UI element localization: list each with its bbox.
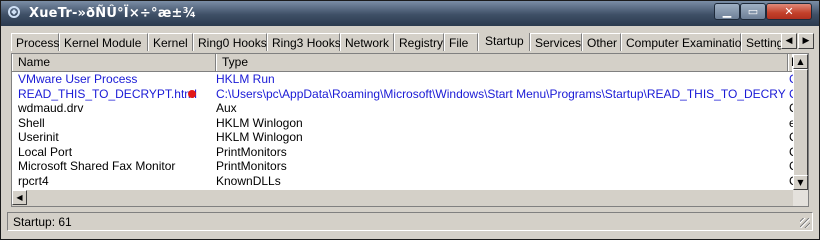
table-row[interactable]: Shell HKLM Winlogon e	[12, 115, 795, 131]
table-row[interactable]: wdmaud.drv Aux C	[12, 101, 795, 116]
minimize-icon: ▁	[722, 5, 732, 18]
table-row[interactable]: Microsoft Shared Fax Monitor PrintMonito…	[12, 159, 795, 174]
cell-type: HKLM Winlogon	[216, 115, 303, 130]
list-rows: VMware User Process HKLM Run C READ_THIS…	[12, 72, 795, 203]
cell-type: Aux	[216, 101, 237, 115]
cell-name: wdmaud.drv	[18, 101, 84, 115]
horizontal-scrollbar[interactable]: ◀	[12, 190, 793, 206]
tab-kernel[interactable]: Kernel	[148, 33, 193, 51]
cell-type: PrintMonitors	[216, 159, 287, 173]
tab-file[interactable]: File	[444, 33, 478, 51]
close-button[interactable]: ✕	[766, 3, 812, 20]
status-bar: Startup: 61	[7, 212, 813, 231]
scroll-down-button[interactable]: ▼	[793, 175, 808, 190]
scroll-up-button[interactable]: ▲	[793, 54, 808, 69]
tab-startup[interactable]: Startup	[478, 33, 530, 51]
cell-type: PrintMonitors	[216, 144, 287, 159]
main-window: XueTr-»ðÑÛ°Ï×÷°æ±¾ ▁ ▭ ✕ Process Kernel …	[0, 0, 820, 240]
cell-name: VMware User Process	[18, 72, 138, 86]
arrow-up-icon: ▲	[797, 57, 804, 66]
arrow-left-icon: ◀	[785, 36, 793, 46]
maximize-button[interactable]: ▭	[740, 3, 766, 20]
status-text: Startup: 61	[13, 215, 72, 229]
tab-ring0-hooks[interactable]: Ring0 Hooks	[193, 33, 267, 51]
title-bar[interactable]: XueTr-»ðÑÛ°Ï×÷°æ±¾ ▁ ▭ ✕	[1, 1, 819, 26]
startup-list: Name Type F VMware User Process HKLM Run…	[11, 53, 809, 207]
list-header: Name Type F	[12, 54, 798, 72]
tab-other[interactable]: Other	[582, 33, 621, 51]
table-row[interactable]: VMware User Process HKLM Run C	[12, 72, 795, 87]
cell-name: Local Port	[18, 144, 73, 159]
cell-name: Microsoft Shared Fax Monitor	[18, 159, 176, 173]
tab-network[interactable]: Network	[340, 33, 394, 51]
tab-strip: Process Kernel Module Kernel Ring0 Hooks…	[11, 33, 781, 51]
window-title: XueTr-»ðÑÛ°Ï×÷°æ±¾	[29, 6, 197, 21]
resize-grip-icon[interactable]	[800, 218, 810, 228]
tab-registry[interactable]: Registry	[394, 33, 444, 51]
cell-type: HKLM Run	[216, 72, 275, 86]
scroll-left-button[interactable]: ◀	[12, 190, 27, 205]
tab-scroll-right-button[interactable]: ▶	[798, 33, 814, 49]
table-row[interactable]: Local Port PrintMonitors C	[12, 144, 795, 160]
table-row[interactable]: READ_THIS_TO_DECRYPT.html C:\Users\pc\Ap…	[12, 86, 795, 102]
tab-ring3-hooks[interactable]: Ring3 Hooks	[267, 33, 341, 51]
tab-process[interactable]: Process	[11, 33, 59, 51]
tab-services[interactable]: Services	[530, 33, 582, 51]
scroll-thumb[interactable]	[793, 69, 808, 179]
cell-name: rpcrt4	[18, 173, 49, 188]
maximize-icon: ▭	[747, 5, 759, 18]
cell-name: READ_THIS_TO_DECRYPT.html	[18, 86, 197, 101]
suspicious-marker-icon	[188, 89, 196, 98]
table-row[interactable]: rpcrt4 KnownDLLs C	[12, 173, 795, 189]
cell-name: Userinit	[18, 130, 59, 144]
close-icon: ✕	[784, 5, 794, 18]
arrow-down-icon: ▼	[797, 178, 804, 187]
minimize-button[interactable]: ▁	[714, 3, 740, 20]
cell-type: C:\Users\pc\AppData\Roaming\Microsoft\Wi…	[216, 86, 786, 101]
tab-setting[interactable]: Setting	[741, 33, 781, 51]
column-header-name[interactable]: Name	[12, 54, 216, 71]
app-icon	[8, 6, 20, 18]
arrow-right-icon: ▶	[802, 36, 810, 46]
tab-computer-examination[interactable]: Computer Examination	[621, 33, 748, 51]
vertical-scrollbar[interactable]: ▲ ▼	[793, 54, 808, 206]
column-header-type[interactable]: Type	[216, 54, 788, 71]
cell-type: KnownDLLs	[216, 173, 281, 188]
table-row[interactable]: Userinit HKLM Winlogon C	[12, 130, 795, 145]
cell-name: Shell	[18, 115, 45, 130]
arrow-left-icon: ◀	[16, 193, 23, 202]
cell-type: HKLM Winlogon	[216, 130, 303, 144]
tab-kernel-module[interactable]: Kernel Module	[59, 33, 148, 51]
tab-scroll-left-button[interactable]: ◀	[781, 33, 797, 49]
